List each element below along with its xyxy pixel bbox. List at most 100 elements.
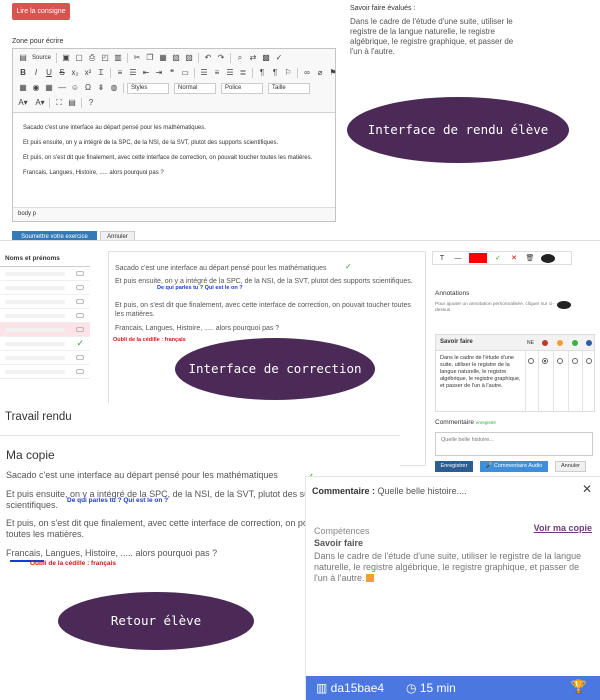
student-row[interactable]: [0, 365, 90, 379]
annotation-cedilla[interactable]: Oubli de la cédille : français: [113, 337, 186, 343]
indent-icon[interactable]: ⇥: [153, 67, 165, 79]
smiley-icon[interactable]: ☺: [69, 82, 81, 94]
view-copy-link[interactable]: Voir ma copie: [534, 523, 592, 533]
paste-word-icon[interactable]: ▨: [183, 52, 195, 64]
redo-icon[interactable]: ↷: [215, 52, 227, 64]
rich-text-editor[interactable]: ▤ Source ▣ ▢ ⎙ ◰ ▥ ✂ ❐ ▦ ▧ ▨ ↶ ↷ ⌕ ⇄ ▩ ✓…: [12, 48, 339, 222]
feedback-card: Commentaire : Quelle belle histoire.... …: [305, 476, 600, 700]
flash-icon[interactable]: ◉: [30, 82, 42, 94]
radio-level-1[interactable]: [542, 358, 548, 364]
comment-tool-icon[interactable]: [541, 253, 555, 263]
styles-select[interactable]: Styles: [127, 82, 169, 94]
save-icon[interactable]: ▣: [60, 52, 72, 64]
paste-icon[interactable]: ▦: [157, 52, 169, 64]
source-button[interactable]: Source: [30, 55, 53, 61]
source-icon[interactable]: ▤: [17, 52, 29, 64]
audio-comment-label: Commentaire Audio: [494, 463, 543, 469]
find-icon[interactable]: ⌕: [234, 52, 246, 64]
horizontal-line-icon[interactable]: ―: [56, 82, 68, 94]
align-right-icon[interactable]: ☰: [224, 67, 236, 79]
skills-row: Dans le cadre de l'étude d'une suite, ut…: [436, 351, 594, 411]
student-row[interactable]: [0, 295, 90, 309]
student-row[interactable]: ✓: [0, 337, 90, 351]
page-break-icon[interactable]: ⇟: [95, 82, 107, 94]
unlink-icon[interactable]: ⌀: [314, 67, 326, 79]
cross-tool-icon[interactable]: ✕: [509, 254, 519, 262]
color-picker[interactable]: [469, 253, 487, 263]
image-icon[interactable]: ▦: [17, 82, 29, 94]
editor-content[interactable]: Sacado c'est une interface au départ pen…: [23, 125, 323, 185]
feedback-header: Travail rendu: [5, 411, 72, 423]
annotation-question[interactable]: De qui parles tu ? Qui est le on ?: [157, 285, 243, 291]
ltr-icon[interactable]: ¶: [256, 67, 268, 79]
cancel-correction-button[interactable]: Annuler: [555, 461, 586, 472]
select-all-icon[interactable]: ▩: [260, 52, 272, 64]
div-icon[interactable]: ▭: [179, 67, 191, 79]
radio-level-2[interactable]: [557, 358, 563, 364]
special-char-icon[interactable]: Ω: [82, 82, 94, 94]
bg-color-icon[interactable]: A▾: [34, 97, 46, 109]
blockquote-icon[interactable]: ❝: [166, 67, 178, 79]
cut-icon[interactable]: ✂: [131, 52, 143, 64]
read-instructions-button[interactable]: Lire la consigne: [12, 3, 70, 20]
templates-icon[interactable]: ▥: [112, 52, 124, 64]
undo-icon[interactable]: ↶: [202, 52, 214, 64]
comment-textarea[interactable]: Quelle belle histoire...: [435, 432, 593, 456]
strike-icon[interactable]: S: [56, 67, 68, 79]
print-icon[interactable]: ⎙: [86, 52, 98, 64]
editor-paragraph: Et puis ensuite, on y a intégré de la SP…: [23, 140, 279, 146]
radio-ne[interactable]: [528, 358, 534, 364]
radio-level-3[interactable]: [572, 358, 578, 364]
chat-icon: [76, 327, 84, 332]
radio-level-4[interactable]: [586, 358, 592, 364]
table-icon[interactable]: ▦: [43, 82, 55, 94]
card-comment-text: Quelle belle histoire....: [377, 486, 467, 496]
anchor-icon[interactable]: ⚑: [327, 67, 339, 79]
clear-format-icon[interactable]: Ꮖ: [95, 67, 107, 79]
student-row[interactable]: [0, 267, 90, 281]
about-icon[interactable]: ?: [85, 97, 97, 109]
align-left-icon[interactable]: ☰: [198, 67, 210, 79]
rtl-icon[interactable]: ¶: [269, 67, 281, 79]
paste-text-icon[interactable]: ▧: [170, 52, 182, 64]
check-tool-icon[interactable]: ✓: [493, 254, 503, 262]
maximize-icon[interactable]: ⛶: [53, 97, 65, 109]
link-icon[interactable]: ∞: [301, 67, 313, 79]
spellcheck-icon[interactable]: ✓: [273, 52, 285, 64]
superscript-icon[interactable]: x²: [82, 67, 94, 79]
font-select[interactable]: Police: [221, 82, 263, 94]
iframe-icon[interactable]: ◍: [108, 82, 120, 94]
show-blocks-icon[interactable]: ▤: [66, 97, 78, 109]
check-annotation-icon[interactable]: ✓: [345, 262, 352, 271]
replace-icon[interactable]: ⇄: [247, 52, 259, 64]
student-row[interactable]: [0, 323, 90, 337]
numbered-list-icon[interactable]: ≡: [114, 67, 126, 79]
language-icon[interactable]: ⚐: [282, 67, 294, 79]
preview-icon[interactable]: ◰: [99, 52, 111, 64]
close-icon[interactable]: ✕: [582, 482, 592, 496]
trash-icon[interactable]: 🗑: [525, 254, 535, 262]
italic-icon[interactable]: I: [30, 67, 42, 79]
size-select[interactable]: Taille: [268, 82, 310, 94]
audio-comment-button[interactable]: 🎤 Commentaire Audio: [480, 461, 548, 472]
text-color-icon[interactable]: A▾: [17, 97, 29, 109]
student-row[interactable]: [0, 309, 90, 323]
student-row[interactable]: [0, 351, 90, 365]
subscript-icon[interactable]: x₂: [69, 67, 81, 79]
bullet-list-icon[interactable]: ☰: [127, 67, 139, 79]
new-page-icon[interactable]: ▢: [73, 52, 85, 64]
save-button[interactable]: Enregistrer: [435, 461, 473, 472]
student-row[interactable]: [0, 281, 90, 295]
format-select[interactable]: Normal: [174, 82, 216, 94]
copy-icon[interactable]: ❐: [144, 52, 156, 64]
line-tool-icon[interactable]: —: [453, 255, 463, 262]
underline-icon[interactable]: U: [43, 67, 55, 79]
bold-icon[interactable]: B: [17, 67, 29, 79]
text-tool-icon[interactable]: T: [437, 255, 447, 262]
justify-icon[interactable]: ≣: [237, 67, 249, 79]
skills-text: Dans le cadre de l'étude d'une suite, ut…: [350, 17, 514, 56]
saved-badge: enregistré: [475, 420, 496, 425]
outdent-icon[interactable]: ⇤: [140, 67, 152, 79]
align-center-icon[interactable]: ≡: [211, 67, 223, 79]
editor-paragraph: Et puis, on s'est dit que finalement, av…: [23, 155, 313, 161]
